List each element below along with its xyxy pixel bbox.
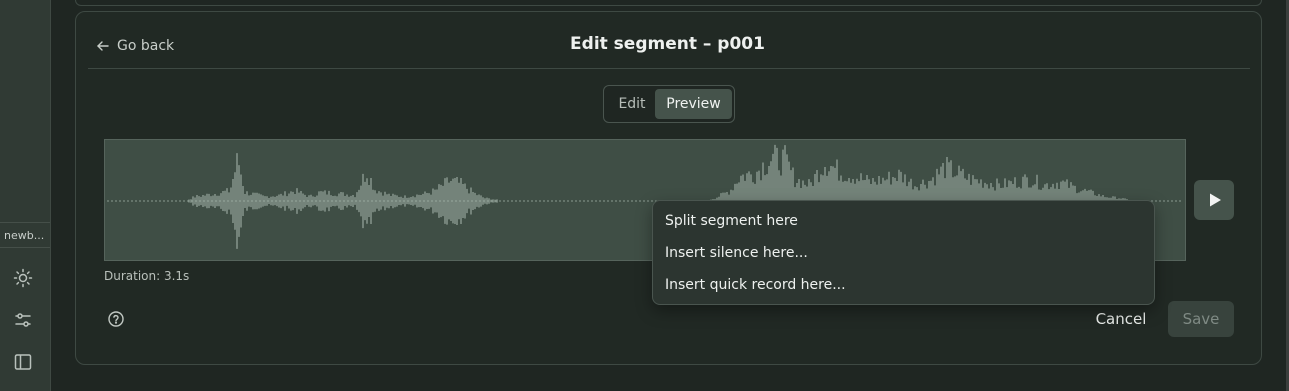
sidebar-toggle-icon[interactable] bbox=[13, 352, 33, 372]
sun-icon[interactable] bbox=[13, 268, 33, 288]
mode-toggle: Edit Preview bbox=[603, 85, 735, 123]
cancel-button[interactable]: Cancel bbox=[1086, 306, 1156, 332]
help-icon[interactable] bbox=[107, 310, 125, 328]
left-sidebar: newb... bbox=[0, 0, 51, 391]
sliders-icon[interactable] bbox=[13, 310, 33, 330]
duration-label: Duration: 3.1s bbox=[104, 269, 190, 283]
menu-item-split-segment[interactable]: Split segment here bbox=[653, 205, 1154, 237]
play-button[interactable] bbox=[1194, 180, 1234, 220]
previous-panel-edge bbox=[75, 0, 1262, 6]
save-button[interactable]: Save bbox=[1168, 301, 1234, 337]
play-icon bbox=[1210, 193, 1221, 207]
header-divider bbox=[88, 68, 1250, 69]
go-back-label: Go back bbox=[117, 38, 175, 54]
context-menu: Split segment here Insert silence here..… bbox=[652, 200, 1155, 305]
tab-preview[interactable]: Preview bbox=[655, 89, 732, 119]
menu-item-insert-quick-record[interactable]: Insert quick record here... bbox=[653, 269, 1154, 301]
page-title: Edit segment – p001 bbox=[570, 34, 765, 54]
go-back-link[interactable]: Go back bbox=[96, 36, 174, 56]
menu-item-insert-silence[interactable]: Insert silence here... bbox=[653, 237, 1154, 269]
tab-edit[interactable]: Edit bbox=[613, 89, 651, 119]
project-label[interactable]: newb... bbox=[0, 222, 50, 248]
arrow-left-icon bbox=[97, 41, 109, 51]
